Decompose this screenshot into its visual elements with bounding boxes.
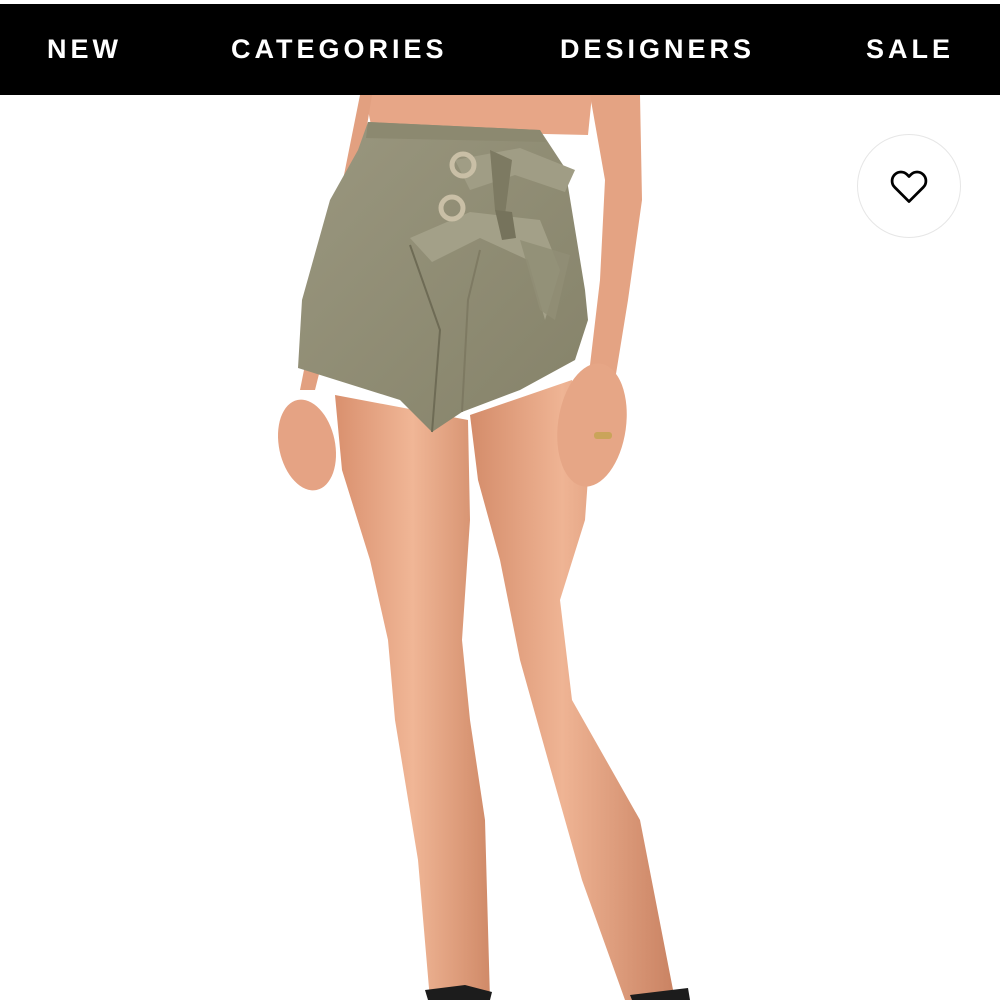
product-image (0, 95, 1000, 1000)
nav-designers[interactable]: DESIGNERS (560, 4, 755, 95)
nav-sale[interactable]: SALE (866, 4, 954, 95)
nav-categories[interactable]: CATEGORIES (231, 4, 448, 95)
heart-icon (890, 170, 928, 203)
nav-new[interactable]: NEW (47, 4, 122, 95)
main-nav: NEW CATEGORIES DESIGNERS SALE (0, 4, 1000, 95)
favorite-button[interactable] (857, 134, 961, 238)
product-photo-illustration (277, 95, 690, 1000)
